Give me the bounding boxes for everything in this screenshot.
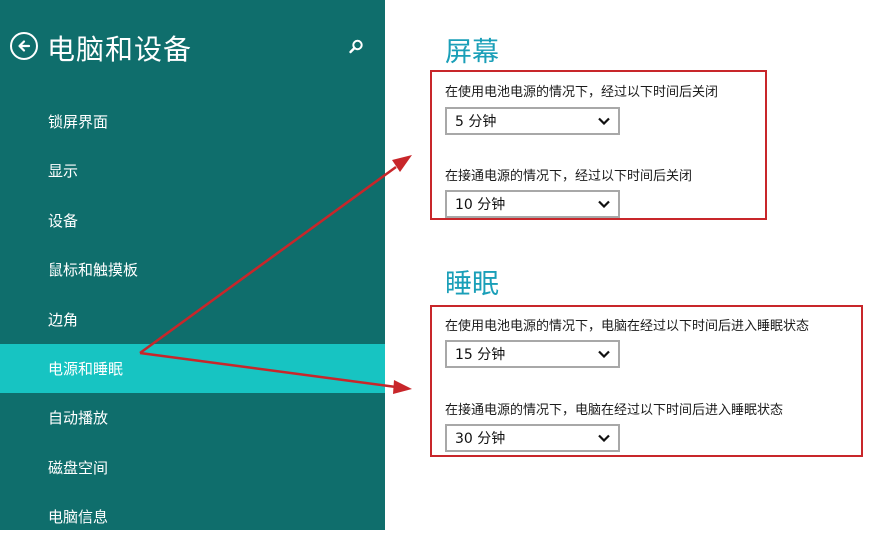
dropdown-value: 15 分钟 <box>455 347 506 363</box>
screen-plugged-label: 在接通电源的情况下，经过以下时间后关闭 <box>445 169 693 184</box>
sidebar-item-label: 自动播放 <box>48 409 109 427</box>
sidebar-item-devices[interactable]: 设备 <box>0 196 385 245</box>
sidebar-item-label: 边角 <box>48 311 79 329</box>
screen-battery-dropdown[interactable]: 5 分钟 <box>445 107 620 135</box>
sidebar-item-label: 鼠标和触摸板 <box>48 261 139 279</box>
sidebar-item-disk-space[interactable]: 磁盘空间 <box>0 443 385 492</box>
sleep-battery-label: 在使用电池电源的情况下，电脑在经过以下时间后进入睡眠状态 <box>445 319 810 334</box>
back-button[interactable] <box>10 32 38 60</box>
dropdown-value: 10 分钟 <box>455 197 506 213</box>
dropdown-value: 5 分钟 <box>455 114 497 130</box>
sidebar-item-corners[interactable]: 边角 <box>0 295 385 344</box>
sidebar-item-display[interactable]: 显示 <box>0 146 385 195</box>
sleep-section-title: 睡眠 <box>445 269 499 300</box>
sidebar-item-lock-screen[interactable]: 锁屏界面 <box>0 97 385 146</box>
chevron-down-icon <box>598 350 610 358</box>
back-arrow-icon <box>18 40 31 52</box>
screen-plugged-dropdown[interactable]: 10 分钟 <box>445 190 620 218</box>
screen-section-title: 屏幕 <box>445 37 499 68</box>
search-icon[interactable] <box>347 38 365 56</box>
sidebar-item-power-sleep[interactable]: 电源和睡眠 <box>0 344 385 393</box>
sidebar: 电脑和设备 锁屏界面 显示 设备 鼠标和触摸板 边角 电源和睡眠 自动播放 磁盘… <box>0 0 385 530</box>
sleep-battery-dropdown[interactable]: 15 分钟 <box>445 340 620 368</box>
sidebar-item-label: 电脑信息 <box>48 508 109 526</box>
chevron-down-icon <box>598 434 610 442</box>
chevron-down-icon <box>598 200 610 208</box>
chevron-down-icon <box>598 117 610 125</box>
main-content: 屏幕 在使用电池电源的情况下，经过以下时间后关闭 5 分钟 在接通电源的情况下，… <box>385 0 870 530</box>
sidebar-item-mouse-touchpad[interactable]: 鼠标和触摸板 <box>0 245 385 294</box>
sidebar-item-autoplay[interactable]: 自动播放 <box>0 393 385 442</box>
sidebar-item-label: 磁盘空间 <box>48 459 109 477</box>
screen-battery-label: 在使用电池电源的情况下，经过以下时间后关闭 <box>445 85 719 100</box>
page-title: 电脑和设备 <box>47 33 193 66</box>
sidebar-item-label: 设备 <box>48 212 79 230</box>
sidebar-item-label: 显示 <box>48 162 79 180</box>
sidebar-item-pc-info[interactable]: 电脑信息 <box>0 492 385 541</box>
sidebar-item-label: 电源和睡眠 <box>48 360 124 378</box>
sleep-plugged-dropdown[interactable]: 30 分钟 <box>445 424 620 452</box>
sidebar-item-label: 锁屏界面 <box>48 113 109 131</box>
sleep-plugged-label: 在接通电源的情况下，电脑在经过以下时间后进入睡眠状态 <box>445 403 784 418</box>
dropdown-value: 30 分钟 <box>455 431 506 447</box>
